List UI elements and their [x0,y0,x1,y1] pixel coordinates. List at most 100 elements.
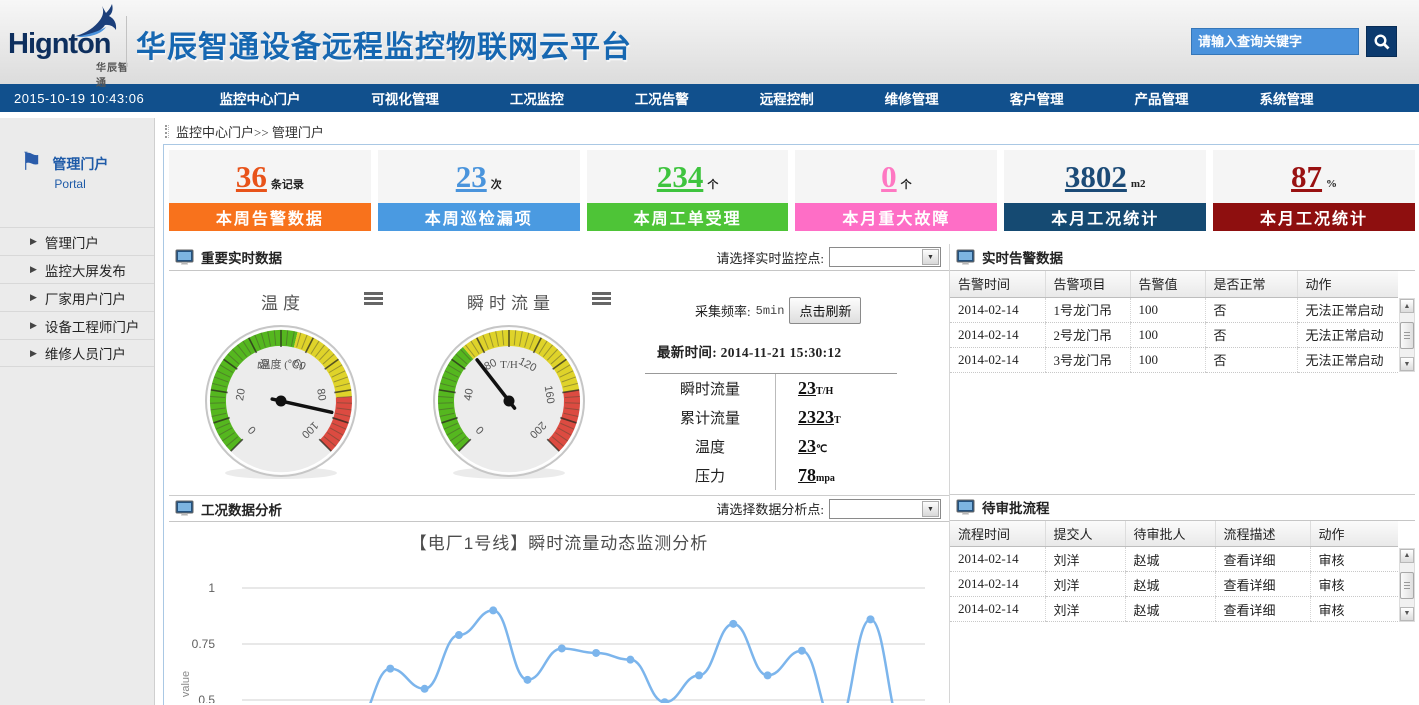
realtime-data-panel-header: 重要实时数据 请选择实时监控点: ▼ [169,244,949,271]
temperature-gauge-block: 温度 020406080100温度 (℃) [169,271,397,495]
nav-item-visualization[interactable]: 可视化管理 [371,88,439,108]
table-row: 2014-02-143号龙门吊100否无法正常启动 [950,347,1398,372]
refresh-button[interactable]: 点击刷新 [789,297,861,324]
portal-header: ⚑ 管理门户 Portal [0,118,154,191]
scroll-up-icon[interactable]: ▲ [1400,299,1414,313]
alarm-table-wrap: 告警时间 告警项目 告警值 是否正常 动作 2014-02-141号龙门吊100… [950,271,1415,373]
table-row: 2014-02-14刘洋赵城查看详细审核 [950,547,1398,572]
svg-text:20: 20 [234,388,248,402]
sidebar-item-repair-portal[interactable]: ▶维修人员门户 [0,339,154,367]
alarm-panel-header: 实时告警数据 [950,244,1415,271]
flag-icon: ⚑ [20,150,42,191]
stat-value-link[interactable]: 0 [881,159,897,195]
stat-label[interactable]: 本周告警数据 [169,203,371,231]
stat-card-weekly-alarms: 36条记录 本周告警数据 [169,150,371,231]
search-input[interactable] [1191,28,1359,55]
scroll-up-icon[interactable]: ▲ [1400,549,1414,563]
logo-subtext: 华辰智通 [96,59,136,89]
gauge-menu-icon[interactable] [592,292,611,307]
stat-label[interactable]: 本月重大故障 [795,203,997,231]
panel-title: 重要实时数据 [201,247,282,267]
stat-card-monthly-failures: 0个 本月重大故障 [795,150,997,231]
stat-label[interactable]: 本月工况统计 [1213,203,1415,231]
sidebar-item-admin-portal[interactable]: ▶管理门户 [0,227,154,255]
nav-item-system[interactable]: 系统管理 [1259,88,1313,108]
stat-card-weekly-workorders: 234个 本周工单受理 [587,150,789,231]
stat-value-link[interactable]: 36 [236,159,267,195]
analysis-point-select[interactable]: ▼ [829,499,941,519]
stat-card-monthly-condition-pct: 87% 本月工况统计 [1213,150,1415,231]
chevron-down-icon[interactable]: ▼ [922,249,939,265]
sidebar-item-screen-publish[interactable]: ▶监控大屏发布 [0,255,154,283]
realtime-point-select[interactable]: ▼ [829,247,941,267]
portal-subtitle: Portal [52,177,108,191]
flow-line-chart: 10.750.5value [169,556,949,703]
header-divider [126,16,127,68]
table-header-row: 告警时间 告警项目 告警值 是否正常 动作 [950,271,1398,297]
nav-item-maintenance[interactable]: 维修管理 [885,88,939,108]
select-label: 请选择数据分析点: [716,499,824,518]
gauge-title: 温度 [169,289,397,314]
magnifier-icon [1373,33,1391,51]
frequency-label: 采集频率: [695,301,751,320]
gauge-menu-icon[interactable] [364,292,383,307]
metric-table: 瞬时流量 23T/H 累计流量 2323T 温度 [645,373,897,490]
svg-text:1: 1 [208,581,215,595]
stat-label[interactable]: 本周巡检漏项 [378,203,580,231]
stat-value-link[interactable]: 3802 [1065,159,1127,195]
sidebar-item-factory-portal[interactable]: ▶厂家用户门户 [0,283,154,311]
left-column: 重要实时数据 请选择实时监控点: ▼ 温度 [169,244,949,703]
nav-item-condition-monitor[interactable]: 工况监控 [510,88,564,108]
monitor-icon [956,499,975,516]
scroll-down-icon[interactable]: ▼ [1400,607,1414,621]
approval-panel-header: 待审批流程 [950,494,1415,521]
table-scrollbar[interactable]: ▲ ▼ [1399,548,1415,622]
chevron-down-icon[interactable]: ▼ [922,501,939,517]
table-header-row: 流程时间 提交人 待审批人 流程描述 动作 [950,521,1398,547]
stat-label[interactable]: 本周工单受理 [587,203,789,231]
header: Hignton 华辰智通 华辰智通设备远程监控物联网云平台 [0,0,1419,84]
svg-text:0.5: 0.5 [198,693,215,703]
scrollbar-thumb[interactable] [1400,322,1414,349]
top-nav: 2015-10-19 10:43:06 监控中心门户 可视化管理 工况监控 工况… [0,84,1419,112]
table-scrollbar[interactable]: ▲ ▼ [1399,298,1415,372]
caret-right-icon: ▶ [30,348,37,359]
sidebar-menu: ▶管理门户 ▶监控大屏发布 ▶厂家用户门户 ▶设备工程师门户 ▶维修人员门户 [0,227,154,367]
logo-text: Hignton [8,28,111,61]
dashboard-page: Hignton 华辰智通 华辰智通设备远程监控物联网云平台 2015-10-19… [0,0,1419,705]
stat-label[interactable]: 本月工况统计 [1004,203,1206,231]
scroll-down-icon[interactable]: ▼ [1400,357,1414,371]
alarm-table: 告警时间 告警项目 告警值 是否正常 动作 2014-02-141号龙门吊100… [950,271,1398,373]
svg-text:T/H: T/H [500,359,518,371]
nav-item-condition-alarm[interactable]: 工况告警 [635,88,689,108]
metric-row-temperature: 温度 23℃ [645,432,897,461]
sidebar: ⚑ 管理门户 Portal ▶管理门户 ▶监控大屏发布 ▶厂家用户门户 ▶设备工… [0,118,155,705]
nav-item-monitoring-center[interactable]: 监控中心门户 [219,88,300,108]
svg-text:0.75: 0.75 [192,637,216,651]
approval-table-wrap: 流程时间 提交人 待审批人 流程描述 动作 2014-02-14刘洋赵城查看详细… [950,521,1415,623]
stat-value-link[interactable]: 23 [456,159,487,195]
sidebar-item-engineer-portal[interactable]: ▶设备工程师门户 [0,311,154,339]
search-button[interactable] [1366,26,1397,57]
flow-gauge-block: 瞬时流量 04080120160200T/H [397,271,625,495]
stat-value-link[interactable]: 87 [1291,159,1322,195]
scrollbar-thumb[interactable] [1400,572,1414,599]
approval-table: 流程时间 提交人 待审批人 流程描述 动作 2014-02-14刘洋赵城查看详细… [950,521,1398,623]
site-title: 华辰智通设备远程监控物联网云平台 [136,22,632,66]
flow-gauge: 04080120160200T/H [429,321,589,481]
portal-title: 管理门户 [52,154,108,174]
svg-text:40: 40 [462,388,476,402]
right-column: 实时告警数据 告警时间 告警项目 告警值 是否正常 动作 [949,244,1415,703]
stat-cards: 36条记录 本周告警数据 23次 本周巡检漏项 234个 本周工单受理 0个 本… [169,150,1415,231]
caret-right-icon: ▶ [30,320,37,331]
logo: Hignton 华辰智通 [8,2,136,82]
stat-value-link[interactable]: 234 [657,159,704,195]
nav-item-product[interactable]: 产品管理 [1135,88,1189,108]
nav-item-remote-control[interactable]: 远程控制 [760,88,814,108]
breadcrumb-icon [165,125,169,138]
table-row: 2014-02-141号龙门吊100否无法正常启动 [950,297,1398,322]
caret-right-icon: ▶ [30,292,37,303]
stat-card-monthly-condition-area: 3802m2 本月工况统计 [1004,150,1206,231]
gauge-title: 瞬时流量 [397,289,625,314]
nav-item-customer[interactable]: 客户管理 [1010,88,1064,108]
